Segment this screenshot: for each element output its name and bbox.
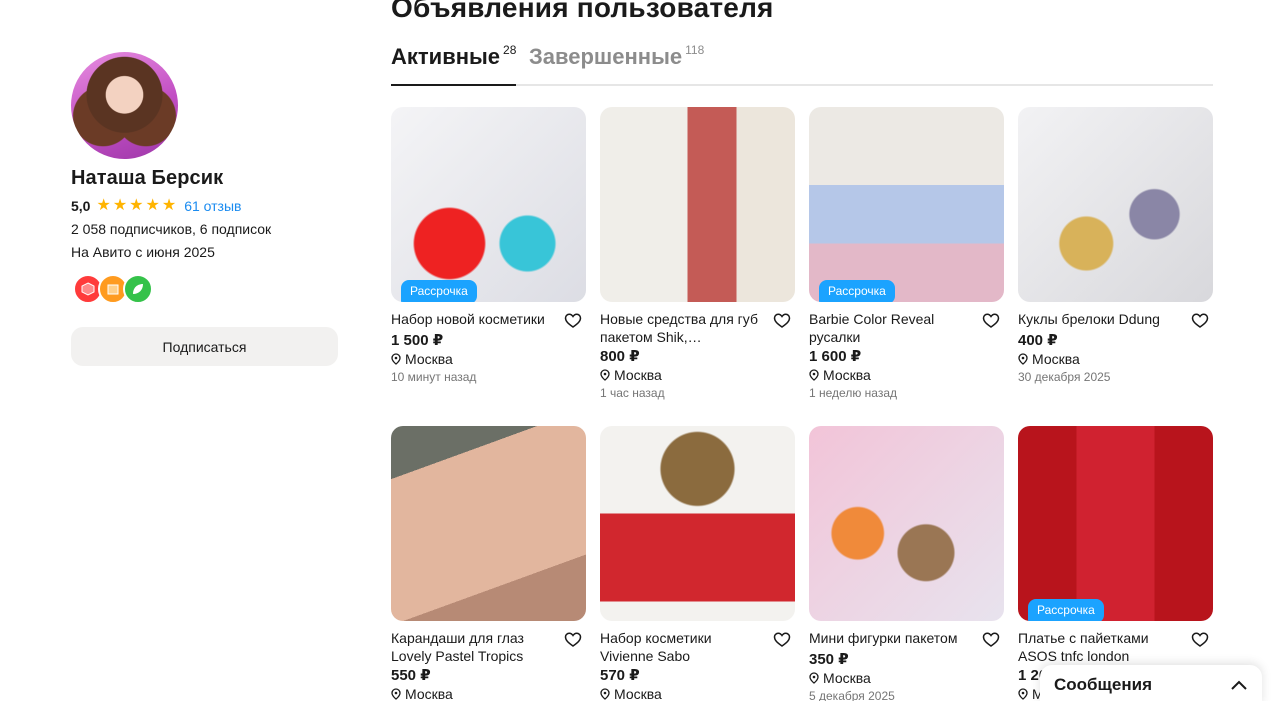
listing-title[interactable]: Набор косметики Vivienne Sabo bbox=[600, 629, 765, 665]
listing-price: 550 ₽ bbox=[391, 667, 431, 684]
tab-completed[interactable]: Завершенные 118 bbox=[529, 43, 705, 86]
listing-image[interactable]: Рассрочка bbox=[1018, 426, 1213, 621]
location-text: Москва bbox=[405, 351, 453, 367]
listing-image[interactable] bbox=[391, 426, 586, 621]
profile-sidebar: Наташа Берсик 5,0 ★ ★ ★ ★ ★ 61 отзыв 2 0… bbox=[71, 52, 338, 366]
location-pin-icon bbox=[391, 353, 401, 365]
listing-date: 1 час назад bbox=[600, 386, 665, 400]
chevron-up-icon[interactable] bbox=[1230, 679, 1248, 691]
listing-image[interactable]: Рассрочка bbox=[809, 107, 1004, 302]
member-since: На Авито с июня 2025 bbox=[71, 244, 215, 260]
favorite-heart-icon[interactable] bbox=[564, 631, 582, 649]
tab-count: 28 bbox=[503, 43, 517, 57]
page-title: Объявления пользователя bbox=[391, 0, 774, 23]
location-pin-icon bbox=[391, 688, 401, 700]
listing-image[interactable] bbox=[600, 107, 795, 302]
listing-card[interactable]: Рассрочка Платье с пайетками ASOS tnfc l… bbox=[1018, 426, 1213, 701]
messages-panel[interactable]: Сообщения bbox=[1040, 665, 1262, 701]
star-icon: ★ bbox=[112, 197, 128, 214]
listing-price: 1 500 ₽ bbox=[391, 332, 444, 349]
favorite-heart-icon[interactable] bbox=[564, 312, 582, 330]
listing-image[interactable] bbox=[1018, 107, 1213, 302]
listing-title[interactable]: Мини фигурки пакетом bbox=[809, 629, 974, 649]
listing-date: 5 декабря 2025 bbox=[809, 689, 895, 701]
star-icon: ★ bbox=[129, 197, 144, 214]
listing-card[interactable]: Рассрочка Barbie Color Reveal русалки 1 … bbox=[809, 107, 1004, 401]
listing-date: 1 неделю назад bbox=[809, 386, 898, 400]
listing-location: Москва bbox=[391, 685, 586, 701]
listing-title[interactable]: Набор новой косметики bbox=[391, 310, 556, 330]
rating-stars: ★ ★ ★ ★ ★ bbox=[96, 198, 176, 214]
listing-image[interactable]: Рассрочка bbox=[391, 107, 586, 302]
listing-location: Москва bbox=[1018, 350, 1213, 368]
favorite-heart-icon[interactable] bbox=[1191, 631, 1209, 649]
favorite-heart-icon[interactable] bbox=[982, 312, 1000, 330]
tab-label: Завершенные bbox=[529, 44, 683, 69]
user-name: Наташа Берсик bbox=[71, 167, 224, 189]
listing-location: Москва bbox=[809, 669, 1004, 687]
listing-location: Москва bbox=[809, 366, 1004, 384]
listing-card[interactable]: Мини фигурки пакетом 350 ₽ Москва 5 дека… bbox=[809, 426, 1004, 701]
installment-badge: Рассрочка bbox=[401, 280, 477, 302]
listing-location: Москва bbox=[600, 366, 795, 384]
listing-price: 570 ₽ bbox=[600, 667, 640, 684]
listing-title[interactable]: Платье с пайетками ASOS tnfc london bbox=[1018, 629, 1183, 665]
location-pin-icon bbox=[809, 369, 819, 381]
listing-price: 350 ₽ bbox=[809, 651, 849, 668]
location-pin-icon bbox=[809, 672, 819, 684]
location-text: Москва bbox=[823, 367, 871, 383]
badges bbox=[71, 273, 338, 305]
listing-image[interactable] bbox=[809, 426, 1004, 621]
star-icon: ★ bbox=[96, 197, 111, 214]
messages-label: Сообщения bbox=[1054, 675, 1152, 694]
green-leaf-badge-icon[interactable] bbox=[123, 274, 153, 304]
listing-title[interactable]: Barbie Color Reveal русалки bbox=[809, 310, 974, 346]
listing-card[interactable]: Новые средства для губ пакетом Shik,… 80… bbox=[600, 107, 795, 401]
listing-date: 10 минут назад bbox=[391, 370, 477, 384]
listing-title[interactable]: Новые средства для губ пакетом Shik,… bbox=[600, 310, 765, 346]
location-text: Москва bbox=[614, 686, 662, 701]
location-pin-icon bbox=[1018, 353, 1028, 365]
favorite-heart-icon[interactable] bbox=[982, 631, 1000, 649]
rating-row: 5,0 ★ ★ ★ ★ ★ 61 отзыв bbox=[71, 197, 338, 215]
tab-count: 118 bbox=[685, 43, 705, 57]
subscribers-info[interactable]: 2 058 подписчиков, 6 подписок bbox=[71, 221, 338, 237]
avatar[interactable] bbox=[71, 52, 178, 159]
location-text: Москва bbox=[823, 670, 871, 686]
location-text: Москва bbox=[405, 686, 453, 701]
listing-card[interactable]: Рассрочка Набор новой косметики 1 500 ₽ … bbox=[391, 107, 586, 385]
tab-active[interactable]: Активные 28 bbox=[391, 43, 517, 86]
listing-title[interactable]: Куклы брелоки Ddung bbox=[1018, 310, 1183, 330]
location-pin-icon bbox=[1018, 688, 1028, 700]
installment-badge: Рассрочка bbox=[819, 280, 895, 302]
location-text: Москва bbox=[614, 367, 662, 383]
listing-location: Москва bbox=[391, 350, 586, 368]
listing-card[interactable]: Куклы брелоки Ddung 400 ₽ Москва 30 дека… bbox=[1018, 107, 1213, 385]
star-icon: ★ bbox=[161, 197, 177, 214]
rating-value: 5,0 bbox=[71, 198, 91, 214]
location-text: Москва bbox=[1032, 351, 1080, 367]
listing-price: 800 ₽ bbox=[600, 348, 640, 365]
reviews-link[interactable]: 61 отзыв bbox=[184, 198, 241, 214]
listing-price: 400 ₽ bbox=[1018, 332, 1058, 349]
listing-tabs: Активные 28 Завершенные 118 bbox=[391, 43, 1213, 86]
subscribe-button[interactable]: Подписаться bbox=[71, 327, 338, 366]
star-icon: ★ bbox=[145, 197, 160, 214]
listing-price: 1 600 ₽ bbox=[809, 348, 862, 365]
installment-badge: Рассрочка bbox=[1028, 599, 1104, 621]
listing-title[interactable]: Карандаши для глаз Lovely Pastel Tropics bbox=[391, 629, 556, 665]
listing-date: 30 декабря 2025 bbox=[1018, 370, 1111, 384]
location-pin-icon bbox=[600, 688, 610, 700]
tab-label: Активные bbox=[391, 44, 501, 69]
favorite-heart-icon[interactable] bbox=[773, 312, 791, 330]
listing-image[interactable] bbox=[600, 426, 795, 621]
listing-card[interactable]: Набор косметики Vivienne Sabo 570 ₽ Моск… bbox=[600, 426, 795, 701]
favorite-heart-icon[interactable] bbox=[773, 631, 791, 649]
listing-location: Москва bbox=[600, 685, 795, 701]
listing-card[interactable]: Карандаши для глаз Lovely Pastel Tropics… bbox=[391, 426, 586, 701]
favorite-heart-icon[interactable] bbox=[1191, 312, 1209, 330]
location-pin-icon bbox=[600, 369, 610, 381]
